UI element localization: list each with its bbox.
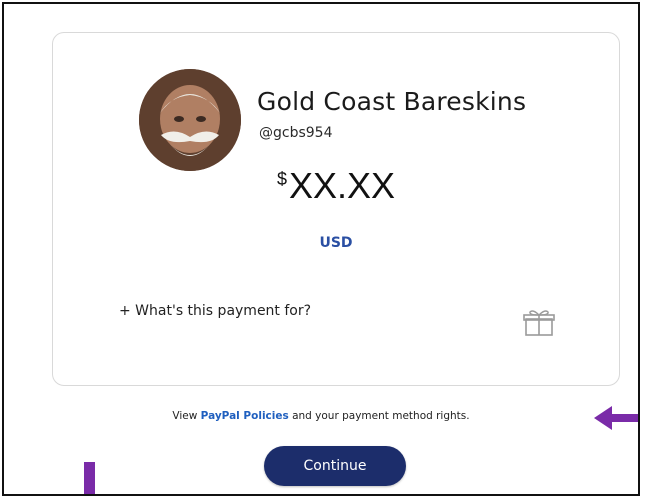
paypal-policies-link[interactable]: PayPal Policies	[201, 410, 289, 422]
continue-button[interactable]: Continue	[264, 446, 406, 486]
amount-display: $XX.XX	[53, 165, 619, 207]
add-note-link[interactable]: + What's this payment for?	[119, 303, 311, 319]
payment-card: Gold Coast Bareskins @gcbs954 $XX.XX USD…	[52, 32, 620, 386]
amount-value[interactable]: XX.XX	[289, 165, 395, 206]
screenshot-frame: Gold Coast Bareskins @gcbs954 $XX.XX USD…	[2, 2, 640, 496]
avatar-image	[139, 69, 241, 171]
policy-prefix: View	[172, 410, 198, 422]
currency-selector[interactable]: USD	[53, 235, 619, 251]
policy-suffix: and your payment method rights.	[292, 410, 470, 422]
merchant-avatar	[139, 69, 241, 171]
left-arrow-icon	[594, 406, 638, 430]
currency-symbol: $	[276, 169, 287, 189]
annotation-bar	[84, 462, 95, 494]
policy-notice: View PayPal Policies and your payment me…	[4, 410, 638, 422]
gift-icon[interactable]	[523, 309, 555, 337]
merchant-handle: @gcbs954	[259, 125, 333, 141]
merchant-name: Gold Coast Bareskins	[257, 87, 527, 116]
